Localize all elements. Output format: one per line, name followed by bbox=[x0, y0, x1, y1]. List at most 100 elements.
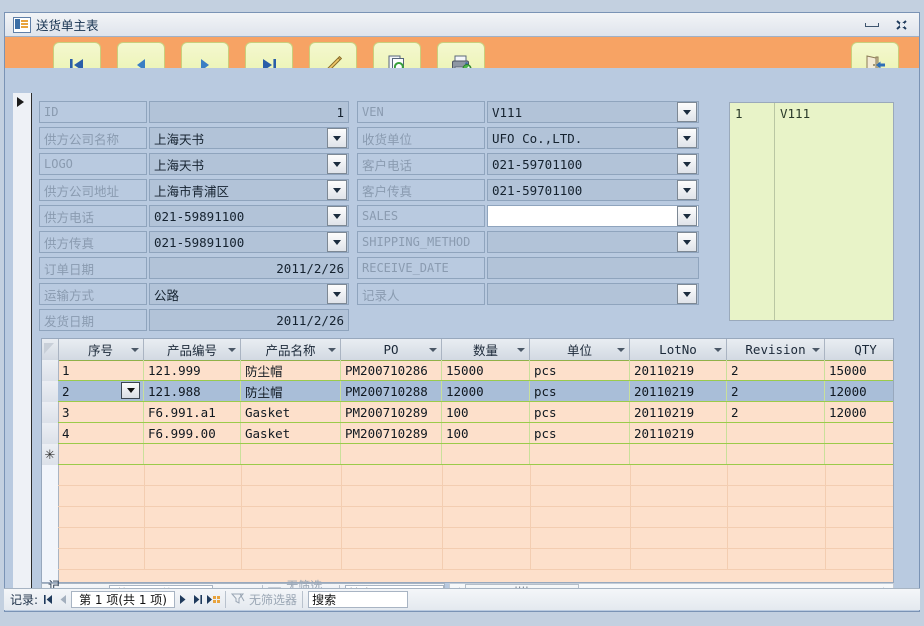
cell-lotno[interactable]: 20110219 bbox=[630, 360, 727, 380]
cell-revision[interactable]: 2 bbox=[727, 381, 825, 401]
field-value-supplier-phone[interactable]: 021-59891100 bbox=[149, 205, 349, 227]
cell-quantity[interactable]: 100 bbox=[442, 402, 530, 422]
cell-lotno[interactable]: 20110219 bbox=[630, 381, 727, 401]
record-selector[interactable] bbox=[42, 402, 58, 424]
cell-product-code-new[interactable] bbox=[144, 444, 241, 464]
cell-product-code[interactable]: 121.999 bbox=[144, 360, 241, 380]
field-value-recorder[interactable] bbox=[487, 283, 699, 305]
cell-product-code[interactable]: F6.999.00 bbox=[144, 423, 241, 443]
cell-product-name[interactable]: Gasket bbox=[241, 423, 341, 443]
cell-qty[interactable]: 15000 bbox=[825, 360, 893, 380]
cell-quantity[interactable]: 15000 bbox=[442, 360, 530, 380]
cell-product-name[interactable]: Gasket bbox=[241, 402, 341, 422]
form-nav-next[interactable] bbox=[175, 590, 190, 609]
cell-qty[interactable] bbox=[825, 423, 893, 443]
form-search-input[interactable]: 搜索 bbox=[308, 591, 409, 608]
field-value-customer-fax[interactable]: 021-59701100 bbox=[487, 179, 699, 201]
combo-arrow-ven[interactable] bbox=[677, 102, 697, 122]
combo-arrow-supplier-name[interactable] bbox=[327, 128, 347, 148]
combo-arrow-customer-fax[interactable] bbox=[677, 180, 697, 200]
column-header-revision[interactable]: Revision bbox=[727, 339, 825, 360]
cell-lotno-new[interactable] bbox=[630, 444, 727, 464]
combo-arrow-supplier-fax[interactable] bbox=[327, 232, 347, 252]
cell-seq-new[interactable] bbox=[58, 444, 144, 464]
column-header-product-name[interactable]: 产品名称 bbox=[241, 339, 341, 360]
table-row[interactable]: 3 F6.991.a1 Gasket PM200710289 100 pcs 2… bbox=[58, 402, 893, 423]
cell-seq[interactable]: 3 bbox=[58, 402, 144, 422]
form-nav-prev[interactable] bbox=[56, 590, 71, 609]
cell-product-code[interactable]: 121.988 bbox=[144, 381, 241, 401]
cell-revision[interactable] bbox=[727, 423, 825, 443]
field-value-id[interactable]: 1 bbox=[149, 101, 349, 123]
cell-combo-arrow[interactable] bbox=[121, 382, 140, 399]
minimize-button[interactable] bbox=[857, 15, 887, 35]
field-value-supplier-name[interactable]: 上海天书 bbox=[149, 127, 349, 149]
column-header-quantity[interactable]: 数量 bbox=[442, 339, 530, 360]
field-value-supplier-address[interactable]: 上海市青浦区 bbox=[149, 179, 349, 201]
close-button[interactable] bbox=[887, 15, 917, 35]
cell-quantity[interactable]: 12000 bbox=[442, 381, 530, 401]
field-value-receive-date[interactable] bbox=[487, 257, 699, 279]
form-section-selector[interactable] bbox=[13, 93, 32, 590]
field-value-supplier-fax[interactable]: 021-59891100 bbox=[149, 231, 349, 253]
cell-unit[interactable]: pcs bbox=[530, 402, 630, 422]
column-header-unit[interactable]: 单位 bbox=[530, 339, 630, 360]
cell-product-name[interactable]: 防尘帽 bbox=[241, 360, 341, 380]
cell-po[interactable]: PM200710289 bbox=[341, 423, 442, 443]
column-header-qty[interactable]: QTY bbox=[825, 339, 893, 360]
table-row-selected[interactable]: 2 121.988 防尘帽 PM200710288 12000 pcs 2011… bbox=[58, 381, 893, 402]
table-row[interactable]: 1 121.999 防尘帽 PM200710286 15000 pcs 2011… bbox=[58, 360, 893, 381]
combo-arrow-supplier-address[interactable] bbox=[327, 180, 347, 200]
form-nav-last[interactable] bbox=[190, 590, 205, 609]
cell-seq[interactable]: 4 bbox=[58, 423, 144, 443]
combo-arrow-sales[interactable] bbox=[677, 206, 697, 226]
column-header-lotno[interactable]: LotNo bbox=[630, 339, 727, 360]
field-value-sales[interactable] bbox=[487, 205, 699, 227]
record-selector[interactable] bbox=[42, 423, 58, 445]
cell-qty[interactable]: 12000 bbox=[825, 402, 893, 422]
field-value-shipping-method[interactable] bbox=[487, 231, 699, 253]
cell-product-name[interactable]: 防尘帽 bbox=[241, 381, 341, 401]
form-record-position[interactable]: 第 1 项(共 1 项) bbox=[71, 591, 176, 608]
cell-po-new[interactable] bbox=[341, 444, 442, 464]
field-value-ship-date[interactable]: 2011/2/26 bbox=[149, 309, 349, 331]
select-all-corner[interactable] bbox=[42, 339, 59, 360]
cell-product-name-new[interactable] bbox=[241, 444, 341, 464]
combo-arrow-consignee[interactable] bbox=[677, 128, 697, 148]
combo-arrow-shipping-method[interactable] bbox=[677, 232, 697, 252]
column-header-po[interactable]: PO bbox=[341, 339, 442, 360]
cell-qty-new[interactable] bbox=[825, 444, 893, 464]
combo-arrow-logo[interactable] bbox=[327, 154, 347, 174]
cell-unit-new[interactable] bbox=[530, 444, 630, 464]
cell-revision-new[interactable] bbox=[727, 444, 825, 464]
cell-revision[interactable]: 2 bbox=[727, 402, 825, 422]
field-value-customer-phone[interactable]: 021-59701100 bbox=[487, 153, 699, 175]
field-value-order-date[interactable]: 2011/2/26 bbox=[149, 257, 349, 279]
combo-arrow-supplier-phone[interactable] bbox=[327, 206, 347, 226]
combo-arrow-transport-mode[interactable] bbox=[327, 284, 347, 304]
column-header-seq[interactable]: 序号 bbox=[58, 339, 144, 360]
cell-lotno[interactable]: 20110219 bbox=[630, 423, 727, 443]
cell-qty[interactable]: 12000 bbox=[825, 381, 893, 401]
form-filter-status[interactable]: 无筛选器 bbox=[230, 591, 297, 608]
form-nav-first[interactable] bbox=[41, 590, 56, 609]
record-selector[interactable] bbox=[42, 360, 58, 382]
table-row[interactable]: 4 F6.999.00 Gasket PM200710289 100 pcs 2… bbox=[58, 423, 893, 444]
record-selector[interactable] bbox=[42, 381, 58, 403]
cell-po[interactable]: PM200710288 bbox=[341, 381, 442, 401]
cell-quantity[interactable]: 100 bbox=[442, 423, 530, 443]
cell-po[interactable]: PM200710289 bbox=[341, 402, 442, 422]
new-record-row[interactable] bbox=[58, 444, 893, 465]
cell-unit[interactable]: pcs bbox=[530, 423, 630, 443]
field-value-ven[interactable]: V111 bbox=[487, 101, 699, 123]
form-nav-new[interactable] bbox=[205, 590, 220, 609]
cell-lotno[interactable]: 20110219 bbox=[630, 402, 727, 422]
vendor-listbox[interactable]: 1 V111 bbox=[729, 102, 894, 321]
cell-unit[interactable]: pcs bbox=[530, 381, 630, 401]
cell-quantity-new[interactable] bbox=[442, 444, 530, 464]
cell-seq[interactable]: 1 bbox=[58, 360, 144, 380]
new-record-selector[interactable]: ✳ bbox=[42, 444, 58, 466]
combo-arrow-customer-phone[interactable] bbox=[677, 154, 697, 174]
cell-product-code[interactable]: F6.991.a1 bbox=[144, 402, 241, 422]
field-value-transport-mode[interactable]: 公路 bbox=[149, 283, 349, 305]
